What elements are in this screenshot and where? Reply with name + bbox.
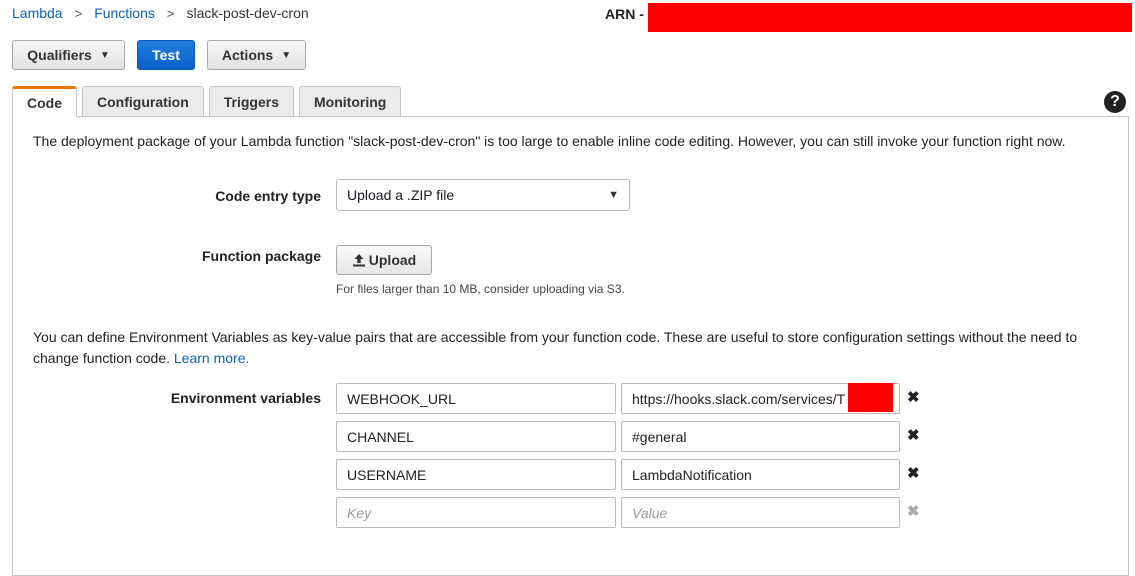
tab-bar: Code Configuration Triggers Monitoring — [12, 86, 406, 117]
caret-down-icon: ▼ — [608, 189, 619, 201]
tab-triggers[interactable]: Triggers — [208, 86, 295, 116]
caret-down-icon: ▼ — [99, 49, 110, 61]
code-entry-type-label: Code entry type — [215, 188, 321, 204]
qualifiers-button[interactable]: Qualifiers ▼ — [12, 40, 125, 70]
function-package-label: Function package — [201, 248, 321, 264]
tab-code[interactable]: Code — [12, 86, 77, 117]
remove-icon[interactable]: ✖ — [907, 388, 920, 406]
code-entry-type-value: Upload a .ZIP file — [347, 187, 455, 203]
breadcrumb-separator: > — [166, 5, 175, 21]
env-key-input[interactable]: Key — [336, 497, 616, 528]
upload-button[interactable]: Upload — [336, 245, 432, 275]
test-button[interactable]: Test — [137, 40, 195, 70]
breadcrumb-current: slack-post-dev-cron — [186, 5, 309, 21]
env-key-input[interactable]: WEBHOOK_URL — [336, 383, 616, 414]
env-intro-text: You can define Environment Variables as … — [33, 327, 1103, 369]
env-key-input[interactable]: CHANNEL — [336, 421, 616, 452]
tab-configuration[interactable]: Configuration — [82, 86, 204, 116]
breadcrumb-lambda[interactable]: Lambda — [12, 5, 63, 21]
test-label: Test — [152, 47, 180, 63]
remove-icon[interactable]: ✖ — [907, 464, 920, 482]
remove-icon[interactable]: ✖ — [907, 502, 920, 520]
env-value-input[interactable]: Value — [621, 497, 900, 528]
package-size-notice: The deployment package of your Lambda fu… — [33, 133, 1066, 149]
upload-label: Upload — [368, 252, 417, 268]
remove-icon[interactable]: ✖ — [907, 426, 920, 444]
upload-hint: For files larger than 10 MB, consider up… — [336, 282, 625, 296]
env-value-input[interactable]: #general — [621, 421, 900, 452]
caret-down-icon: ▼ — [281, 49, 292, 61]
env-value-input[interactable]: LambdaNotification — [621, 459, 900, 490]
learn-more-link[interactable]: Learn more. — [174, 350, 249, 366]
env-vars-label: Environment variables — [170, 390, 321, 406]
help-icon[interactable]: ? — [1104, 91, 1126, 113]
env-key-input[interactable]: USERNAME — [336, 459, 616, 490]
value-redaction — [848, 383, 893, 412]
arn-label: ARN - — [605, 6, 644, 22]
breadcrumb-separator: > — [74, 5, 83, 21]
qualifiers-label: Qualifiers — [27, 47, 92, 63]
tab-monitoring[interactable]: Monitoring — [299, 86, 402, 116]
arn-redaction — [648, 3, 1132, 32]
breadcrumb-functions[interactable]: Functions — [94, 5, 155, 21]
code-entry-type-select[interactable]: Upload a .ZIP file ▼ — [336, 179, 630, 211]
upload-icon — [352, 254, 365, 267]
actions-button[interactable]: Actions ▼ — [207, 40, 306, 70]
breadcrumb: Lambda > Functions > slack-post-dev-cron — [12, 5, 309, 21]
actions-label: Actions — [221, 47, 274, 63]
